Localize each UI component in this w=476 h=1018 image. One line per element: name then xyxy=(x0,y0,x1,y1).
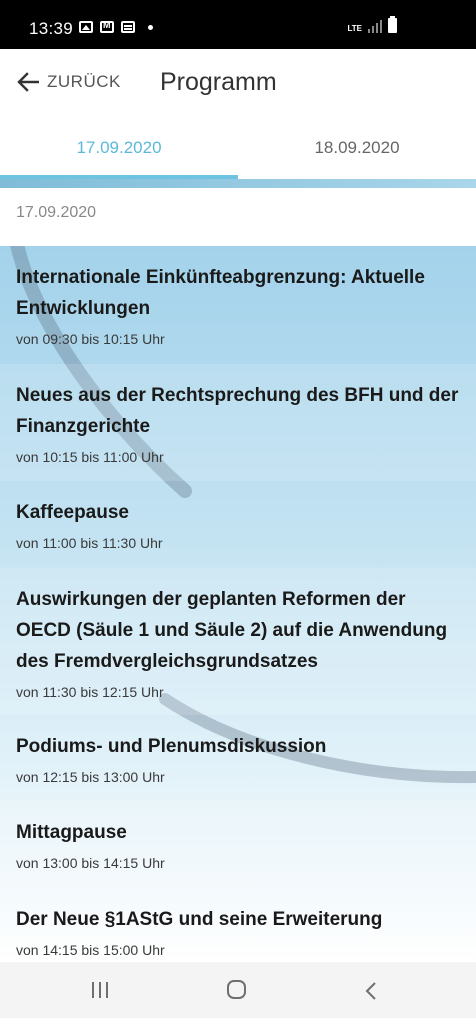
signal-icon xyxy=(368,19,382,33)
page-title: Programm xyxy=(160,68,277,96)
app-bar: ZURÜCK Programm 17.09.2020 18.09.2020 xyxy=(0,49,476,179)
session-time: von 13:00 bis 14:15 Uhr xyxy=(16,855,165,871)
status-time: 13:39 xyxy=(29,19,74,38)
schedule-item[interactable]: Auswirkungen der geplanten Reformen der … xyxy=(0,568,476,715)
mail-notification-icon xyxy=(100,20,114,33)
system-nav-bar xyxy=(0,962,476,1018)
schedule-item[interactable]: Neues aus der Rechtsprechung des BFH und… xyxy=(0,364,476,481)
schedule-item[interactable]: Mittagpause von 13:00 bis 14:15 Uhr xyxy=(0,801,476,888)
session-time: von 11:00 bis 11:30 Uhr xyxy=(16,535,163,551)
arrow-left-icon xyxy=(17,72,39,92)
system-back-icon[interactable] xyxy=(364,981,378,1001)
lte-icon: LTE xyxy=(347,24,362,33)
session-title: Neues aus der Rechtsprechung des BFH und… xyxy=(16,385,459,437)
date-tabs: 17.09.2020 18.09.2020 xyxy=(0,129,476,179)
session-title: Auswirkungen der geplanten Reformen der … xyxy=(16,589,448,672)
battery-icon xyxy=(388,16,397,33)
status-bar: 13:39 LTE xyxy=(0,0,476,49)
schedule-list[interactable]: 17.09.2020 Internationale Einkünfteabgre… xyxy=(0,179,476,962)
back-button-label: ZURÜCK xyxy=(47,72,121,91)
session-title: Internationale Einkünfteabgrenzung: Aktu… xyxy=(16,267,425,319)
gallery-notification-icon xyxy=(79,21,93,33)
schedule-item[interactable]: Kaffeepause von 11:00 bis 11:30 Uhr xyxy=(0,481,476,568)
more-notifications-dot-icon xyxy=(148,24,153,30)
date-section-header: 17.09.2020 xyxy=(0,188,476,246)
system-status-icons: LTE xyxy=(347,16,397,33)
session-title: Kaffeepause xyxy=(16,502,129,523)
session-time: von 12:15 bis 13:00 Uhr xyxy=(16,769,165,785)
top-accent-strip xyxy=(0,179,476,188)
session-time: von 11:30 bis 12:15 Uhr xyxy=(16,684,164,700)
tab-day-2[interactable]: 18.09.2020 xyxy=(238,129,476,179)
session-title: Mittagpause xyxy=(16,822,127,843)
recent-apps-icon[interactable] xyxy=(92,982,108,998)
session-time: von 09:30 bis 10:15 Uhr xyxy=(16,331,165,347)
schedule-item[interactable]: Podiums- und Plenumsdiskussion von 12:15… xyxy=(0,715,476,801)
session-time: von 14:15 bis 15:00 Uhr xyxy=(16,942,165,958)
tab-day-1[interactable]: 17.09.2020 xyxy=(0,129,238,179)
back-button[interactable]: ZURÜCK xyxy=(17,69,121,95)
session-title: Der Neue §1AStG und seine Erweiterung xyxy=(16,909,383,930)
notification-icons xyxy=(79,20,153,33)
session-title: Podiums- und Plenumsdiskussion xyxy=(16,736,327,757)
session-time: von 10:15 bis 11:00 Uhr xyxy=(16,449,164,465)
home-icon[interactable] xyxy=(227,980,246,999)
calendar-notification-icon xyxy=(121,21,135,33)
schedule-item[interactable]: Der Neue §1AStG und seine Erweiterung vo… xyxy=(0,888,476,962)
schedule-item[interactable]: Internationale Einkünfteabgrenzung: Aktu… xyxy=(0,246,476,364)
